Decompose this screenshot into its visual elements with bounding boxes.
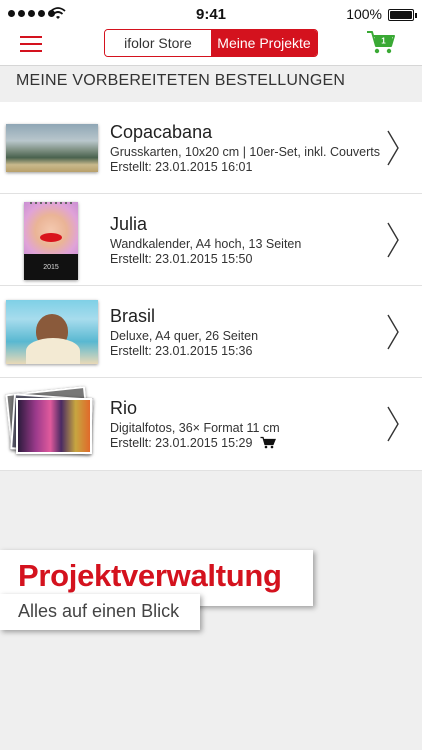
status-bar: 9:41 100% [0,0,422,28]
project-row-brasil[interactable]: Brasil Deluxe, A4 quer, 26 Seiten Erstel… [0,286,422,378]
battery-icon [388,9,417,21]
project-created-date: Erstellt: 23.01.2015 16:01 [110,160,253,174]
promo-headline: Projektverwaltung [18,558,282,593]
chevron-right-icon[interactable] [386,313,400,351]
chevron-right-icon[interactable] [386,221,400,259]
project-thumbnail [5,385,98,462]
project-thumbnail [6,124,98,172]
chevron-right-icon[interactable] [386,405,400,443]
project-row-rio[interactable]: Rio Digitalfotos, 36× Format 11 cm Erste… [0,378,422,471]
tab-ifolor-store[interactable]: ifolor Store [105,30,211,56]
project-created-date: Erstellt: 23.01.2015 15:50 [110,252,253,266]
project-row-julia[interactable]: 2015 Julia Wandkalender, A4 hoch, 13 Sei… [0,194,422,286]
project-created-date-text: Erstellt: 23.01.2015 15:29 [110,436,253,450]
project-title: Julia [110,214,148,234]
cart-count-badge: 1 [381,37,386,46]
segmented-control: ifolor Store Meine Projekte [104,29,318,57]
project-description: Wandkalender, A4 hoch, 13 Seiten [110,237,302,251]
chevron-right-icon[interactable] [386,129,400,167]
hamburger-menu-icon[interactable] [20,36,42,52]
project-title: Rio [110,398,138,418]
promo-subline: Alles auf einen Blick [18,601,180,621]
calendar-year-label: 2015 [43,264,59,271]
battery-percentage: 100% [346,6,382,22]
project-title: Brasil [110,306,156,326]
project-thumbnail [6,300,98,364]
project-created-date: Erstellt: 23.01.2015 15:36 [110,344,253,358]
section-title: MEINE VORBEREITETEN BESTELLUNGEN [16,72,346,89]
project-list: Copacabana Grusskarten, 10x20 cm | 10er-… [0,102,422,471]
tab-meine-projekte[interactable]: Meine Projekte [211,30,317,56]
in-cart-icon [260,436,276,449]
project-description: Deluxe, A4 quer, 26 Seiten [110,329,259,343]
promo-banner-subline-box: Alles auf einen Blick [0,594,200,630]
project-title: Copacabana [110,122,213,142]
project-row-copacabana[interactable]: Copacabana Grusskarten, 10x20 cm | 10er-… [0,102,422,194]
project-description: Grusskarten, 10x20 cm | 10er-Set, inkl. … [110,145,381,159]
project-description: Digitalfotos, 36× Format 11 cm [110,421,280,435]
project-created-date: Erstellt: 23.01.2015 15:29 [110,436,276,450]
shopping-cart-icon[interactable]: 1 [366,28,396,56]
project-thumbnail: 2015 [24,202,78,280]
navigation-bar: ifolor Store Meine Projekte 1 [0,28,422,66]
